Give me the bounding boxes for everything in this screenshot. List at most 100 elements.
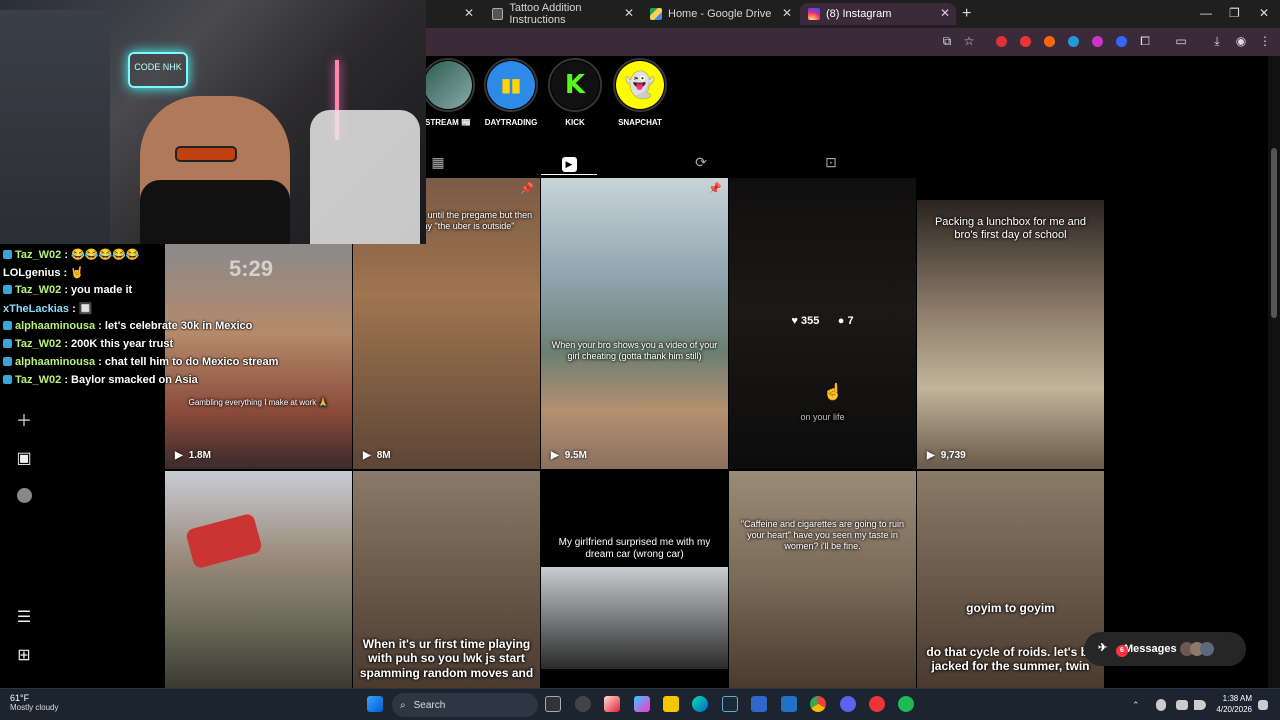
restore-button[interactable]: ❐ [1229, 6, 1240, 20]
steam-icon[interactable] [722, 696, 738, 712]
extension-icon[interactable] [1116, 36, 1127, 47]
close-icon[interactable]: ✕ [940, 6, 950, 20]
download-icon[interactable]: ⤓ [1210, 34, 1224, 48]
microphone-icon[interactable] [1156, 699, 1166, 711]
word-icon[interactable] [781, 696, 797, 712]
door [0, 10, 110, 244]
app-icon[interactable] [869, 696, 885, 712]
reel-tile[interactable]: 📌 When your bro shows you a video of you… [541, 178, 728, 469]
messages-button[interactable]: ✈ 6 Messages [1084, 632, 1246, 666]
reel-tile[interactable] [165, 471, 352, 688]
highlight-label: KICK [565, 118, 585, 127]
tab-instagram[interactable]: (8) Instagram ✕ [800, 3, 956, 25]
bookmark-star-icon[interactable]: ☆ [962, 34, 976, 48]
weather-widget[interactable]: 61°F Mostly cloudy [10, 693, 58, 712]
posts-grid-icon[interactable]: ▦ [430, 154, 446, 170]
messenger-icon: ✈ 6 [1098, 641, 1128, 657]
view-count: ▶ 9.5M [551, 450, 587, 461]
profile-icon[interactable]: ◉ [1234, 34, 1248, 48]
messages-label: Messages [1124, 643, 1177, 655]
snapchat-ghost-icon: 👻 [616, 61, 664, 109]
tab-tattoo[interactable]: Tattoo Addition Instructions ✕ [484, 2, 640, 26]
instagram-app-icon[interactable] [604, 696, 620, 712]
spotify-icon[interactable] [898, 696, 914, 712]
chat-badge-icon [3, 357, 12, 366]
scrollbar-thumb[interactable] [1271, 148, 1277, 318]
chat-message: Taz_W02 : 200K this year trust [3, 338, 173, 350]
dashboard-icon[interactable]: ▣ [16, 451, 32, 467]
close-icon[interactable]: ✕ [782, 6, 792, 20]
create-plus-icon[interactable]: ＋ [16, 414, 32, 430]
message-avatars [1180, 642, 1232, 656]
reel-tile[interactable]: Packing a lunchbox for me and bro's firs… [917, 200, 1104, 469]
highlight-cover: 👻 [613, 58, 667, 112]
chrome-icon[interactable] [810, 696, 826, 712]
car-interior [541, 567, 728, 669]
discord-icon[interactable] [840, 696, 856, 712]
copilot-icon[interactable] [634, 696, 650, 712]
reel-tile[interactable]: When it's ur first time playing with puh… [353, 471, 540, 688]
reel-caption: Gambling everything I make at work 🙏 [188, 398, 329, 407]
tab-partial[interactable]: ✕ [426, 3, 480, 25]
new-tab-button[interactable]: + [962, 5, 971, 23]
extension-icon[interactable] [1044, 36, 1055, 47]
chat-message: alphaaminousa : chat tell him to do Mexi… [3, 356, 278, 368]
chat-message: xTheLackias : 🔲 [3, 303, 93, 315]
task-view-icon[interactable] [545, 696, 561, 712]
highlight-stream[interactable]: STREAM 📰 [420, 58, 476, 127]
extension-icon[interactable] [1020, 36, 1031, 47]
highlight-kick[interactable]: K KICK [547, 58, 603, 127]
chat-message: LOLgenius : 🤘 [3, 267, 84, 279]
view-count: ▶ 8M [363, 450, 391, 461]
extension-icon[interactable] [1068, 36, 1079, 47]
reels-icon[interactable]: ▶ [561, 154, 577, 172]
system-clock[interactable]: 1:38 AM 4/20/2026 [1212, 693, 1252, 715]
minimize-button[interactable]: — [1200, 6, 1212, 20]
start-windows-icon[interactable] [367, 696, 383, 712]
notification-badge: 6 [1116, 645, 1128, 657]
reel-caption: "Caffeine and cigarettes are going to ru… [740, 519, 905, 551]
reel-tile[interactable]: goyim to goyim do that cycle of roids. l… [917, 471, 1104, 688]
taskbar-search[interactable]: ⌕ Search [392, 693, 538, 717]
highlight-snapchat[interactable]: 👻 SNAPCHAT [612, 58, 668, 127]
play-icon: ▶ [927, 450, 935, 461]
notification-bell-icon[interactable] [1258, 700, 1268, 710]
reel-tile[interactable]: My girlfriend surprised me with my dream… [541, 471, 728, 688]
close-window-button[interactable]: ✕ [1259, 6, 1269, 20]
obs-icon[interactable] [575, 696, 591, 712]
install-app-icon[interactable]: ⧉ [940, 34, 954, 48]
app-icon[interactable] [751, 696, 767, 712]
reel-tile[interactable]: "Caffeine and cigarettes are going to ru… [729, 471, 916, 688]
extensions-puzzle-icon[interactable]: ⧠ [1138, 34, 1152, 48]
reel-tile-hovered[interactable]: ♥ 355 ● 7 on your life ☝ [729, 178, 916, 469]
tab-google-drive[interactable]: Home - Google Drive ✕ [642, 3, 798, 25]
menu-dots-icon[interactable]: ⋮ [1258, 34, 1272, 48]
close-icon[interactable]: ✕ [464, 6, 474, 20]
time: 1:38 AM [1222, 694, 1252, 703]
reel-caption: Packing a lunchbox for me and bro's firs… [934, 216, 1087, 242]
chevron-up-icon[interactable]: ⌃ [1132, 700, 1142, 710]
bar-chart-icon: ▮▮ [487, 61, 535, 109]
tagged-icon[interactable]: ⊡ [823, 154, 839, 170]
volume-icon[interactable] [1194, 700, 1206, 710]
side-panel-icon[interactable]: ▭ [1174, 34, 1188, 48]
profile-avatar-icon[interactable] [16, 488, 32, 504]
also-from-meta-icon[interactable]: ⊞ [16, 648, 32, 664]
tab-title: Tattoo Addition Instructions [509, 2, 582, 26]
reel-caption: When it's ur first time playing with puh… [359, 637, 534, 680]
weather-condition: Mostly cloudy [10, 703, 59, 712]
drive-icon [650, 8, 662, 20]
edge-icon[interactable] [692, 696, 708, 712]
extension-icon[interactable] [996, 36, 1007, 47]
extension-icon[interactable] [1092, 36, 1103, 47]
highlight-daytrading[interactable]: ▮▮ DAYTRADING [483, 58, 539, 127]
chat-message: Taz_W02 : Baylor smacked on Asia [3, 374, 198, 386]
more-menu-icon[interactable]: ☰ [16, 610, 32, 626]
kick-logo-icon: K [551, 61, 599, 109]
comment-count: 7 [847, 315, 854, 327]
file-explorer-icon[interactable] [663, 696, 679, 712]
reposts-icon[interactable]: ⟳ [693, 154, 709, 170]
network-icon[interactable] [1176, 700, 1188, 710]
screen: ✕ Tattoo Addition Instructions ✕ Home - … [0, 0, 1280, 720]
close-icon[interactable]: ✕ [624, 6, 634, 20]
